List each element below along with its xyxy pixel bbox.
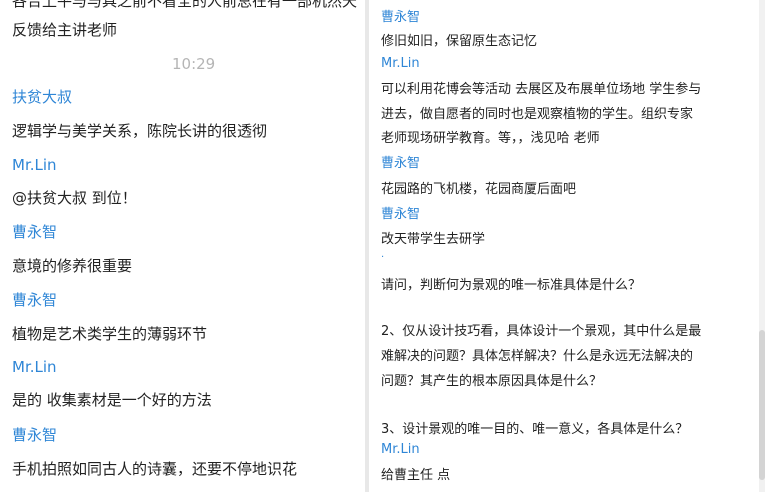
sender-name[interactable]: Mr.Lin (12, 358, 57, 376)
cut-message-text: 各合上平与与具之前不看全的人前总在有一部机然天 (12, 0, 358, 10)
timestamp: 10:29 (172, 55, 216, 73)
message-text: 花园路的飞机楼，花园商厦后面吧 (381, 182, 577, 197)
message-text: 修旧如旧，保留原生态记忆 (381, 34, 538, 49)
sender-name[interactable]: 曹永智 (381, 6, 420, 25)
message-text: 意境的修养很重要 (12, 257, 133, 275)
message-text: 改天带学生去研学 (381, 232, 486, 247)
message-text: 手机拍照如同古人的诗囊，还要不停地识花 (12, 460, 298, 478)
left-chat-pane[interactable]: 各合上平与与具之前不看全的人前总在有一部机然天 反馈给主讲老师 10:29 扶贫… (0, 0, 365, 492)
scrollbar[interactable] (759, 0, 765, 492)
sender-name[interactable]: 曹永智 (12, 221, 57, 242)
sender-name[interactable]: 扶贫大叔 (12, 86, 72, 107)
sender-name[interactable]: 曹永智 (381, 152, 420, 171)
right-chat-pane[interactable]: 曹永智 修旧如旧，保留原生态记忆 Mr.Lin 可以利用花博会等活动 去展区及布… (369, 0, 765, 492)
message-text: 2、仅从设计技巧看，具体设计一个景观，其中什么是最 (381, 324, 702, 339)
message-dot: . (381, 249, 385, 260)
scrollbar-thumb[interactable] (759, 330, 765, 480)
message-text: 是的 收集素材是一个好的方法 (12, 391, 212, 409)
message-text: 难解决的问题？具体怎样解决？什么是永远无法解决的 (381, 349, 694, 364)
message-text: 进去，做自愿者的同时也是观察植物的学生。组织专家 (381, 107, 694, 122)
sender-name[interactable]: Mr.Lin (12, 156, 57, 174)
message-text: 请问，判断何为景观的唯一标准具体是什么？ (381, 278, 642, 293)
sender-name[interactable]: 曹永智 (381, 203, 420, 222)
message-text: 反馈给主讲老师 (12, 21, 118, 39)
message-text: @扶贫大叔 到位！ (12, 189, 137, 207)
chat-window: 各合上平与与具之前不看全的人前总在有一部机然天 反馈给主讲老师 10:29 扶贫… (0, 0, 765, 492)
message-text: 植物是艺术类学生的薄弱环节 (12, 325, 208, 343)
message-text: 可以利用花博会等活动 去展区及布展单位场地 学生参与 (381, 82, 702, 97)
sender-name[interactable]: Mr.Lin (381, 442, 420, 457)
message-text: 老师现场研学教育。等，，浅见哈 老师 (381, 131, 600, 146)
message-text: 3、设计景观的唯一目的、唯一意义，各具体是什么？ (381, 422, 689, 437)
message-text: 问题？其产生的根本原因具体是什么？ (381, 374, 603, 389)
message-text: 给曹主任 点 (381, 468, 451, 483)
sender-name[interactable]: 曹永智 (12, 424, 57, 445)
sender-name[interactable]: 曹永智 (12, 289, 57, 310)
sender-name[interactable]: Mr.Lin (381, 56, 420, 71)
message-text: 逻辑学与美学关系，陈院长讲的很透彻 (12, 122, 268, 140)
